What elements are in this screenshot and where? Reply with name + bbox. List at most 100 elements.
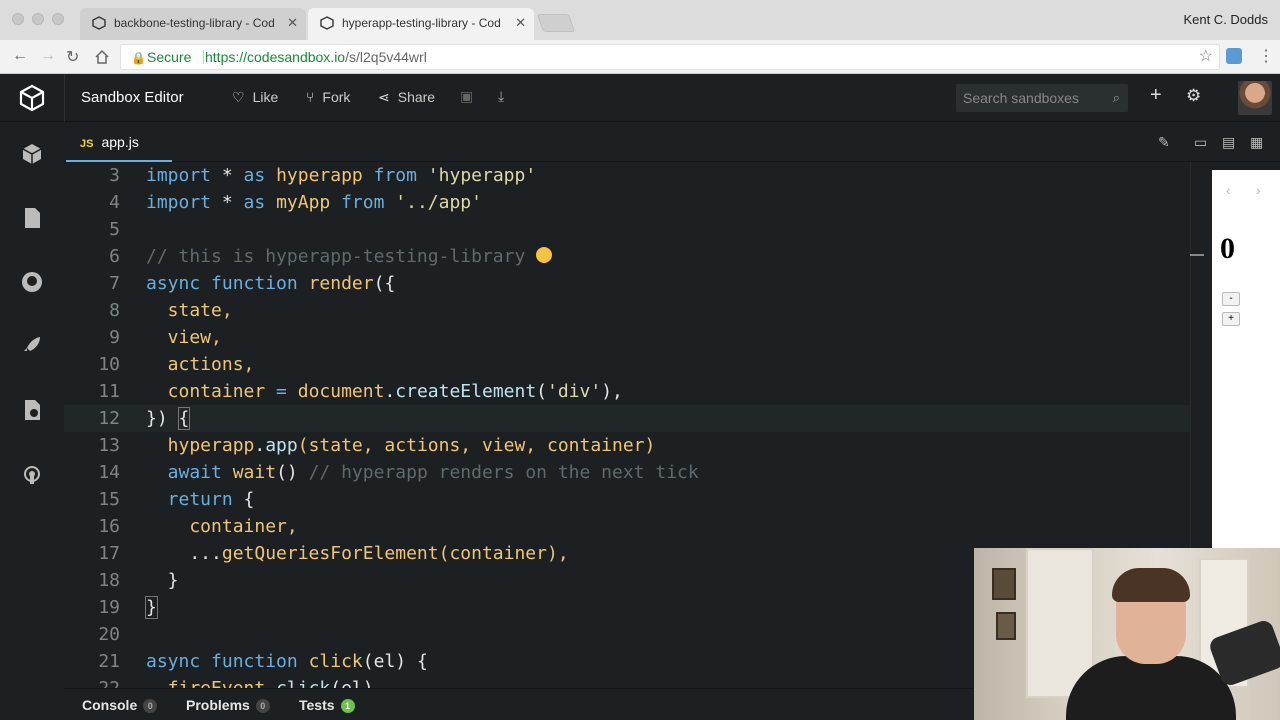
line-number: 18 <box>98 570 120 591</box>
bookmark-star-icon[interactable]: ☆ <box>1199 45 1213 69</box>
line-number: 5 <box>109 219 120 240</box>
new-sandbox-plus-icon[interactable]: + <box>1150 84 1162 107</box>
preview-view-icon[interactable]: ▭ <box>1194 134 1207 151</box>
back-arrow-icon[interactable]: ← <box>12 47 28 65</box>
preview-forward-icon[interactable]: › <box>1256 182 1261 198</box>
line-number: 20 <box>98 624 120 645</box>
codesandbox-favicon-icon <box>320 16 334 30</box>
gear-icon[interactable]: ⚙ <box>1186 86 1201 106</box>
file-explorer-icon[interactable] <box>20 206 44 230</box>
share-button[interactable]: ⋖ Share <box>378 89 435 106</box>
browser-tab-strip: backbone-testing-library - Cod ✕ hyperap… <box>0 0 1280 40</box>
code-line: 15 return { <box>64 486 1204 513</box>
line-number: 3 <box>109 165 120 186</box>
codesandbox-logo-icon[interactable] <box>18 84 46 112</box>
line-number: 13 <box>98 435 120 456</box>
problems-count-badge: 0 <box>255 699 270 713</box>
search-sandboxes-input[interactable]: Search sandboxes ⌕ <box>956 84 1128 112</box>
problems-label: Problems <box>186 697 250 713</box>
decrement-button[interactable]: - <box>1222 292 1240 306</box>
preview-pane: ‹ › 0 - + <box>1212 170 1280 548</box>
counter-value: 0 <box>1220 232 1235 265</box>
code-line: 16 container, <box>64 513 1204 540</box>
reload-icon[interactable]: ↻ <box>66 47 79 67</box>
line-number: 4 <box>109 192 120 213</box>
activity-bar <box>0 122 64 720</box>
console-count-badge: 0 <box>143 699 158 713</box>
line-number: 22 <box>64 675 120 688</box>
url-divider <box>203 50 204 64</box>
line-number: 14 <box>98 462 120 483</box>
pencil-icon[interactable]: ✎ <box>1158 134 1170 151</box>
webcam-overlay <box>974 548 1280 720</box>
new-tab-button[interactable] <box>536 14 576 32</box>
browser-profile-name[interactable]: Kent C. Dodds <box>1183 12 1268 27</box>
line-number: 9 <box>109 327 120 348</box>
download-icon[interactable]: ⤓ <box>498 88 504 105</box>
problems-tab[interactable]: Problems 0 <box>186 697 270 713</box>
fork-button[interactable]: ⑂ Fork <box>306 89 350 105</box>
line-number: 19 <box>98 597 120 618</box>
line-number: 17 <box>98 543 120 564</box>
fork-label: Fork <box>322 89 351 105</box>
code-line: 11 container = document.createElement('d… <box>64 378 1204 405</box>
console-label: Console <box>82 697 138 713</box>
webcam-person-hair <box>1112 568 1190 602</box>
window-minimize-button[interactable] <box>32 13 44 25</box>
code-line: 9 view, <box>64 324 1204 351</box>
code-line: 3 import * as hyperapp from 'hyperapp' <box>64 162 1204 189</box>
code-line: 4 import * as myApp from '../app' <box>64 189 1204 216</box>
close-tab-icon[interactable]: ✕ <box>287 8 298 38</box>
deploy-rocket-icon[interactable] <box>20 334 44 358</box>
tests-count-badge: 1 <box>340 699 355 713</box>
page-title: Sandbox Editor <box>81 89 184 106</box>
split-view-icon[interactable]: ▦ <box>1250 134 1263 151</box>
increment-button[interactable]: + <box>1222 312 1240 326</box>
close-tab-icon[interactable]: ✕ <box>515 8 526 38</box>
webcam-picture-frame <box>992 568 1016 600</box>
line-number: 8 <box>109 300 120 321</box>
like-label: Like <box>252 89 279 105</box>
sandbox-header: Sandbox Editor ♡ Like ⑂ Fork ⋖ Share ▣ ⤓ Se… <box>0 74 1280 122</box>
project-info-cube-icon[interactable] <box>20 142 44 166</box>
codesandbox-favicon-icon <box>92 16 106 30</box>
url-path: /s/l2q5v44wrl <box>345 49 427 65</box>
browser-tab-hyperapp[interactable]: hyperapp-testing-library - Cod ✕ <box>308 8 534 40</box>
line-number: 10 <box>98 354 120 375</box>
forward-arrow-icon[interactable]: → <box>40 47 56 65</box>
search-placeholder: Search sandboxes <box>963 90 1079 106</box>
search-icon[interactable]: ⌕ <box>1113 84 1120 112</box>
line-number: 16 <box>98 516 120 537</box>
terminal-icon[interactable]: ▤ <box>1222 134 1235 151</box>
file-tab-app-js[interactable]: JS app.js <box>66 122 172 162</box>
secure-label: Secure <box>147 49 192 65</box>
live-broadcast-icon[interactable] <box>20 462 44 486</box>
preview-back-icon[interactable]: ‹ <box>1226 182 1231 198</box>
browser-tab-title: hyperapp-testing-library - Cod <box>342 16 501 30</box>
avatar[interactable] <box>1238 81 1272 115</box>
editor-tab-bar: JS app.js ✎ ▭ ▤ ▦ <box>64 122 1280 162</box>
line-number: 15 <box>98 489 120 510</box>
code-line: 7 async function render({ <box>64 270 1204 297</box>
window-zoom-button[interactable] <box>52 13 64 25</box>
browser-tab-backbone[interactable]: backbone-testing-library - Cod ✕ <box>80 8 306 40</box>
home-icon[interactable] <box>94 49 110 64</box>
config-file-gear-icon[interactable] <box>20 398 44 422</box>
extension-icon[interactable] <box>1226 48 1242 64</box>
code-line: 10 actions, <box>64 351 1204 378</box>
github-icon[interactable] <box>20 270 44 294</box>
url-bar[interactable]: 🔒 Secure https://codesandbox.io/s/l2q5v4… <box>120 44 1220 70</box>
bottom-status-bar: Console 0 Problems 0 Tests 1 <box>64 688 974 720</box>
save-icon[interactable]: ▣ <box>460 88 473 105</box>
browser-menu-icon[interactable]: ⋮ <box>1258 46 1274 66</box>
js-file-icon: JS <box>80 138 94 150</box>
browser-toolbar: ← → ↻ 🔒 Secure https://codesandbox.io/s/… <box>0 40 1280 74</box>
tests-tab[interactable]: Tests 1 <box>299 697 355 713</box>
console-tab[interactable]: Console 0 <box>82 697 158 713</box>
window-close-button[interactable] <box>12 13 24 25</box>
line-number: 6 <box>109 246 120 267</box>
line-number: 12 <box>98 408 120 429</box>
url-text: https://codesandbox.io/s/l2q5v44wrl <box>205 45 427 69</box>
share-icon: ⋖ <box>378 89 390 105</box>
like-button[interactable]: ♡ Like <box>232 89 278 106</box>
